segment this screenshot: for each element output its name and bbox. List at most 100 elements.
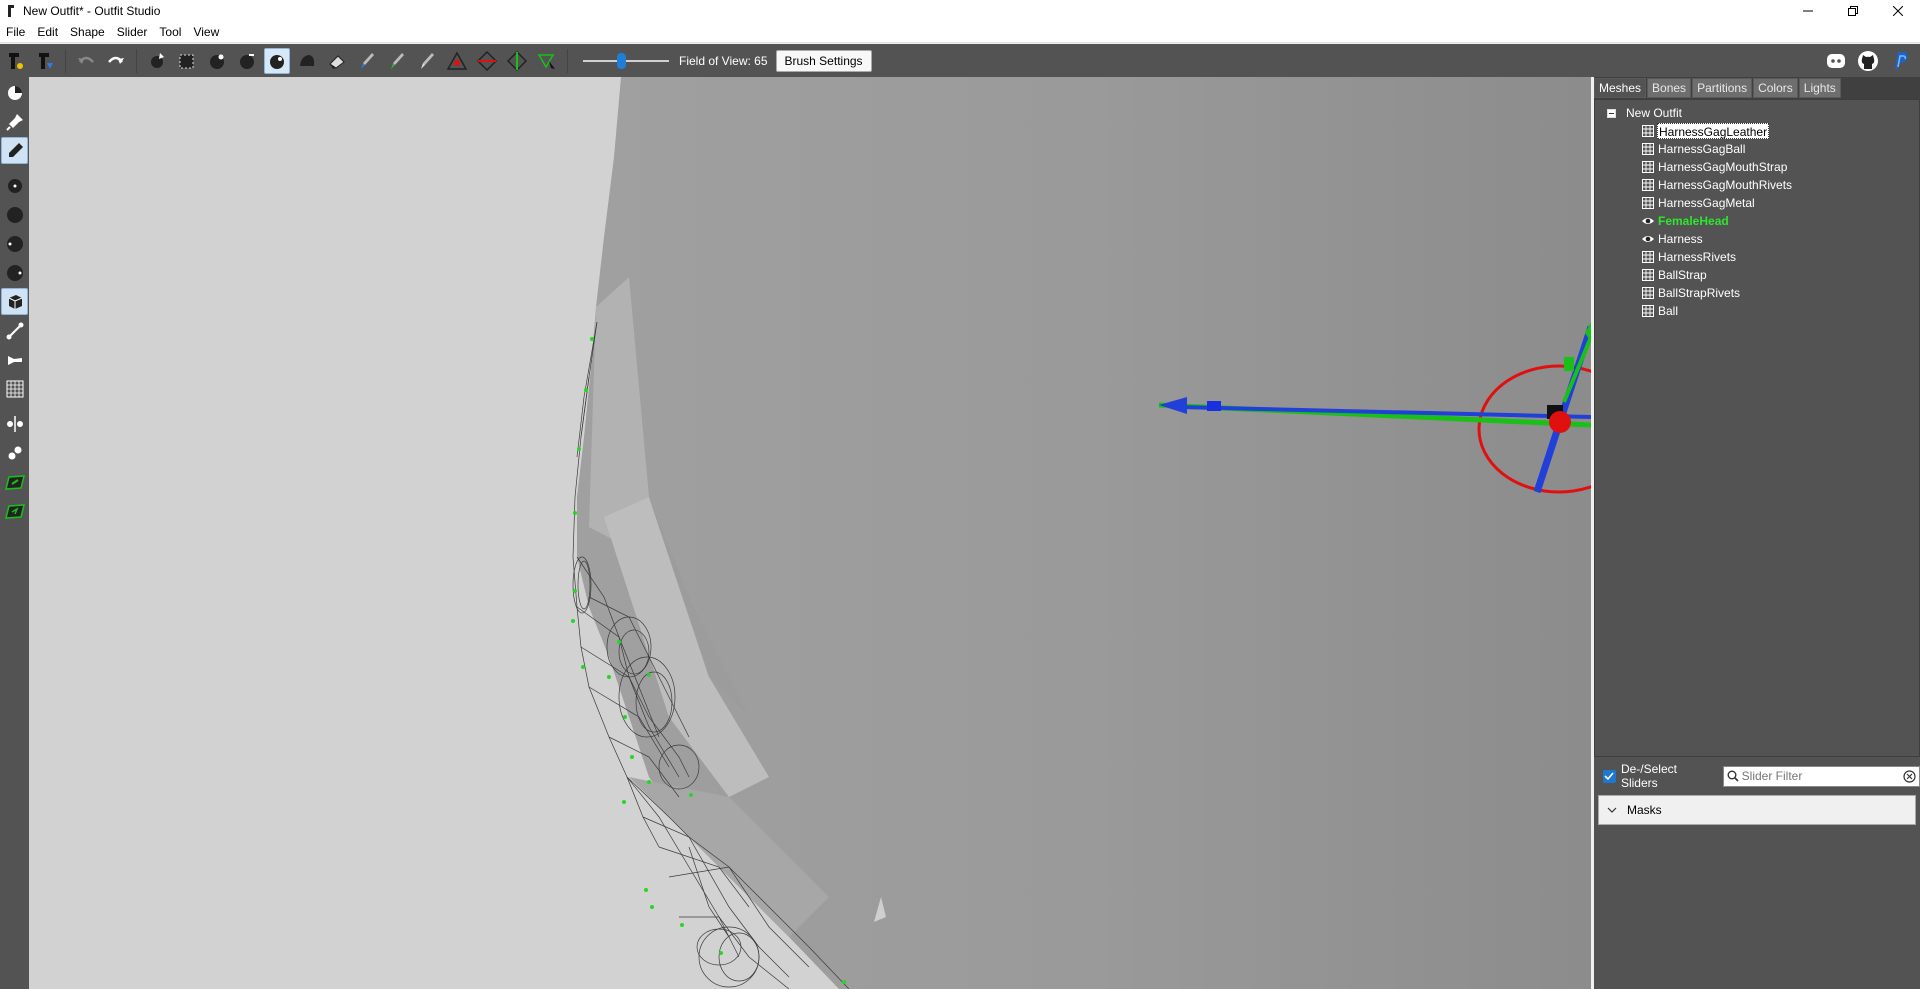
- left-tool-palette: [0, 77, 29, 989]
- redo-icon[interactable]: [103, 48, 129, 74]
- github-icon[interactable]: [1854, 48, 1882, 74]
- fov-slider-thumb[interactable]: [617, 52, 626, 69]
- restore-button[interactable]: [1830, 0, 1875, 22]
- mesh-grid-icon[interactable]: [1641, 286, 1655, 300]
- right-panel: Meshes Bones Partitions Colors Lights Ne…: [1594, 77, 1920, 989]
- minimize-button[interactable]: [1785, 0, 1830, 22]
- mesh-grid-icon[interactable]: [1641, 142, 1655, 156]
- transform-tool-icon[interactable]: [1, 288, 28, 315]
- tree-item[interactable]: HarnessRivets: [1641, 248, 1737, 266]
- fov-label: Field of View: 65: [679, 53, 768, 68]
- window-controls: [1785, 0, 1920, 22]
- mesh-grid-icon[interactable]: [1641, 250, 1655, 264]
- flip-edge-icon[interactable]: [474, 48, 500, 74]
- tree-item[interactable]: BallStrapRivets: [1641, 284, 1741, 302]
- collapse-vertex-icon[interactable]: [444, 48, 470, 74]
- new-project-icon[interactable]: [2, 48, 28, 74]
- deflate-brush-icon[interactable]: [234, 48, 260, 74]
- tab-colors[interactable]: Colors: [1753, 78, 1798, 98]
- menu-view[interactable]: View: [187, 22, 225, 42]
- 3d-viewport[interactable]: [29, 77, 1591, 989]
- slider-filter-input[interactable]: [1741, 769, 1892, 783]
- tree-item[interactable]: Ball: [1641, 302, 1679, 320]
- delete-vertices-icon[interactable]: [534, 48, 560, 74]
- masks-section[interactable]: Masks: [1598, 795, 1916, 825]
- inflate-brush-icon[interactable]: [204, 48, 230, 74]
- smooth-brush-icon[interactable]: [294, 48, 320, 74]
- show-mask-icon[interactable]: [1, 468, 28, 495]
- toolbar-separator: [65, 48, 66, 73]
- tab-partitions[interactable]: Partitions: [1692, 78, 1753, 98]
- tab-lights[interactable]: Lights: [1798, 78, 1841, 98]
- undiff-brush-icon[interactable]: [324, 48, 350, 74]
- menu-file[interactable]: File: [0, 22, 31, 42]
- tab-bones[interactable]: Bones: [1647, 78, 1692, 98]
- discord-icon[interactable]: [1822, 48, 1850, 74]
- load-project-icon[interactable]: [32, 48, 58, 74]
- tree-item[interactable]: BallStrap: [1641, 266, 1708, 284]
- grid-icon[interactable]: [1, 375, 28, 402]
- checkmark-icon: [1604, 772, 1615, 781]
- mesh-grid-icon[interactable]: [1641, 124, 1655, 138]
- menu-edit[interactable]: Edit: [31, 22, 64, 42]
- menu-tool[interactable]: Tool: [153, 22, 187, 42]
- mesh-grid-icon[interactable]: [1641, 178, 1655, 192]
- show-weight-icon[interactable]: [1, 497, 28, 524]
- tree-item[interactable]: FemaleHead: [1641, 212, 1730, 230]
- window-title: New Outfit* - Outfit Studio: [23, 4, 161, 18]
- tree-root[interactable]: New Outfit: [1607, 104, 1682, 122]
- tree-item[interactable]: HarnessGagMouthStrap: [1641, 158, 1788, 176]
- eye-icon[interactable]: [1641, 214, 1655, 228]
- brush-tool-icon[interactable]: [1, 137, 28, 164]
- pivot-tool-icon[interactable]: [1, 317, 28, 344]
- mesh-grid-icon[interactable]: [1641, 160, 1655, 174]
- split-edge-icon[interactable]: [504, 48, 530, 74]
- menu-shape[interactable]: Shape: [64, 22, 111, 42]
- main-toolbar: Field of View: 65 Brush Settings: [0, 44, 1920, 77]
- deselect-sliders-label: De-/Select Sliders: [1620, 762, 1677, 790]
- restore-icon: [1847, 6, 1858, 16]
- tree-item-label: BallStrapRivets: [1658, 286, 1741, 300]
- fov-slider[interactable]: [583, 51, 669, 71]
- deselect-sliders-checkbox[interactable]: [1603, 769, 1616, 783]
- mask-brush-icon[interactable]: [174, 48, 200, 74]
- tree-item[interactable]: HarnessGagMouthRivets: [1641, 176, 1793, 194]
- brush-size-medium-icon[interactable]: [1, 201, 28, 228]
- mesh-grid-icon[interactable]: [1641, 196, 1655, 210]
- menu-slider[interactable]: Slider: [111, 22, 154, 42]
- color-brush-icon[interactable]: [384, 48, 410, 74]
- brush-size-small-icon[interactable]: [1, 172, 28, 199]
- close-button[interactable]: [1875, 0, 1920, 22]
- collapse-toggle-icon[interactable]: [1607, 108, 1616, 118]
- paypal-icon[interactable]: [1886, 48, 1914, 74]
- brush-size-xlarge-icon[interactable]: [1, 259, 28, 286]
- tree-item[interactable]: HarnessGagLeather: [1641, 122, 1770, 140]
- pin-tool-icon[interactable]: [1, 108, 28, 135]
- tree-item-label: HarnessGagLeather: [1657, 123, 1770, 139]
- select-brush-icon[interactable]: [144, 48, 170, 74]
- eye-icon[interactable]: [1641, 232, 1655, 246]
- tree-item-label: FemaleHead: [1658, 214, 1729, 228]
- mesh-grid-icon[interactable]: [1641, 304, 1655, 318]
- mesh-grid-icon[interactable]: [1641, 268, 1655, 282]
- clear-filter-icon[interactable]: [1902, 770, 1916, 784]
- bone-tool-icon[interactable]: [1, 346, 28, 373]
- tree-item[interactable]: Harness: [1641, 230, 1704, 248]
- tab-meshes[interactable]: Meshes: [1594, 78, 1647, 98]
- weight-brush-icon[interactable]: [354, 48, 380, 74]
- tree-item[interactable]: HarnessGagBall: [1641, 140, 1746, 158]
- brush-size-large-icon[interactable]: [1, 230, 28, 257]
- tree-item-label: Harness: [1658, 232, 1703, 246]
- slider-header: De-/Select Sliders: [1594, 759, 1920, 793]
- app-icon: [4, 3, 18, 19]
- vertex-select-icon[interactable]: [1, 439, 28, 466]
- move-brush-icon[interactable]: [264, 47, 290, 74]
- brush-settings-button[interactable]: Brush Settings: [775, 49, 872, 72]
- tree-item[interactable]: HarnessGagMetal: [1641, 194, 1756, 212]
- toolbar-separator: [136, 48, 137, 73]
- undo-icon[interactable]: [73, 48, 99, 74]
- alpha-brush-icon[interactable]: [414, 48, 440, 74]
- masks-label: Masks: [1627, 803, 1662, 817]
- symmetry-icon[interactable]: [1, 410, 28, 437]
- select-tool-icon[interactable]: [1, 79, 28, 106]
